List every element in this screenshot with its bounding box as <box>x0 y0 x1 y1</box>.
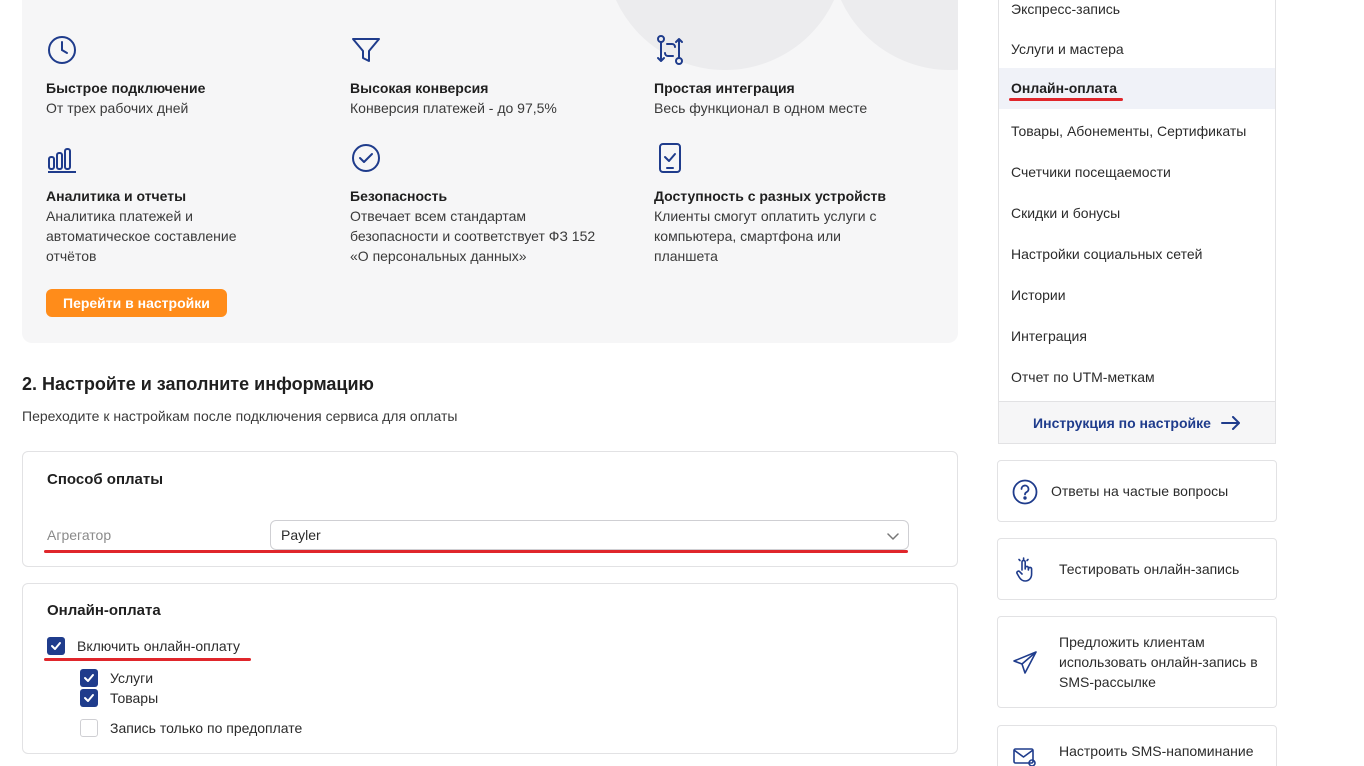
services-label: Услуги <box>110 670 154 686</box>
check-icon <box>84 674 94 682</box>
sms-mailing-card[interactable]: Предложить клиентам использовать онлайн-… <box>997 616 1277 708</box>
payment-method-title: Способ оплаты <box>47 471 164 488</box>
go-to-settings-button[interactable]: Перейти в настройки <box>46 289 227 317</box>
check-circle-icon <box>352 144 380 172</box>
aggregator-value: Payler <box>281 527 321 543</box>
paper-plane-icon <box>1013 651 1037 674</box>
setup-instruction-label: Инструкция по настройке <box>1033 414 1211 431</box>
sidebar-item-utm-report[interactable]: Отчет по UTM-меткам <box>999 357 1275 398</box>
checkbox-unchecked[interactable] <box>80 719 98 737</box>
online-payment-title: Онлайн-оплата <box>47 602 161 619</box>
checkbox-checked[interactable] <box>80 689 98 707</box>
sms-reminder-label: Настроить SMS-напоминание с подтверждени… <box>1059 743 1254 766</box>
feature-title: Доступность с разных устройств <box>654 188 886 204</box>
clock-icon <box>48 36 76 64</box>
feature-title: Простая интеграция <box>654 80 795 96</box>
sidebar-item-goods-subscriptions[interactable]: Товары, Абонементы, Сертификаты <box>999 111 1275 152</box>
section-subtitle: Переходите к настройкам после подключени… <box>22 408 458 424</box>
sidebar-item-social-settings[interactable]: Настройки социальных сетей <box>999 234 1275 275</box>
test-online-booking-label: Тестировать онлайн-запись <box>1059 561 1240 577</box>
setup-instruction-link[interactable]: Инструкция по настройке <box>999 401 1275 443</box>
device-check-icon <box>659 143 681 173</box>
sidebar-item-discounts-bonuses[interactable]: Скидки и бонусы <box>999 193 1275 234</box>
goods-label: Товары <box>110 690 159 706</box>
bar-chart-icon <box>48 148 76 173</box>
section-title: 2. Настройте и заполните информацию <box>22 374 374 394</box>
feature-desc: Весь функционал в одном месте <box>654 100 868 116</box>
feature-title: Аналитика и отчеты <box>46 188 187 204</box>
sms-reminder-card[interactable]: Настроить SMS-напоминание с подтверждени… <box>997 725 1277 766</box>
aggregator-select[interactable]: Payler <box>270 520 909 550</box>
feature-analytics: Аналитика и отчеты Аналитика платежей и … <box>46 142 286 266</box>
feature-desc: Клиенты смогут оплатить услуги с компьют… <box>654 208 877 264</box>
arrow-right-icon <box>1220 415 1240 430</box>
goods-checkbox[interactable]: Товары <box>80 689 158 707</box>
chevron-down-icon <box>887 533 899 540</box>
sidebar-item-online-payment[interactable]: Онлайн-оплата <box>999 68 1275 109</box>
feature-desc: Отвечает всем стандартам безопасности и … <box>350 208 596 264</box>
check-icon <box>51 642 61 650</box>
funnel-icon <box>352 38 380 62</box>
feature-desc: Конверсия платежей - до 97,5% <box>350 100 557 116</box>
check-icon <box>84 694 94 702</box>
feature-title: Безопасность <box>350 188 448 204</box>
checkbox-checked[interactable] <box>80 669 98 687</box>
features-card: Быстрое подключение От трех рабочих дней… <box>22 0 958 343</box>
prepayment-only-checkbox[interactable]: Запись только по предоплате <box>80 719 302 737</box>
services-checkbox[interactable]: Услуги <box>80 669 153 687</box>
sidebar-item-services-masters[interactable]: Услуги и мастера <box>999 29 1275 70</box>
highlight-underline <box>1009 98 1123 101</box>
sidebar-item-visit-counters[interactable]: Счетчики посещаемости <box>999 152 1275 193</box>
faq-label: Ответы на частые вопросы <box>1051 483 1229 499</box>
sidebar-item-stories[interactable]: Истории <box>999 275 1275 316</box>
envelope-gear-icon <box>1013 748 1036 766</box>
tap-hand-icon <box>1016 557 1033 582</box>
highlight-underline <box>44 550 908 553</box>
feature-title: Быстрое подключение <box>46 80 206 96</box>
payment-method-panel: Способ оплаты Агрегатор Payler <box>22 451 958 567</box>
integration-icon <box>657 35 683 65</box>
feature-title: Высокая конверсия <box>350 80 489 96</box>
enable-online-payment-checkbox[interactable]: Включить онлайн-оплату <box>47 637 240 655</box>
sidebar-item-integration[interactable]: Интеграция <box>999 316 1275 357</box>
feature-security: Безопасность Отвечает всем стандартам бе… <box>350 142 600 266</box>
sidebar-item-express-booking[interactable]: Экспресс-запись <box>999 0 1275 31</box>
question-circle-icon <box>1012 479 1038 505</box>
enable-online-payment-label: Включить онлайн-оплату <box>77 638 240 654</box>
sidebar-item-label: Онлайн-оплата <box>1011 80 1118 96</box>
aggregator-label: Агрегатор <box>47 527 112 543</box>
highlight-underline <box>44 658 251 661</box>
feature-fast-connect: Быстрое подключение От трех рабочих дней <box>46 34 326 118</box>
feature-desc: От трех рабочих дней <box>46 100 189 116</box>
faq-card[interactable]: Ответы на частые вопросы <box>997 460 1277 522</box>
prepayment-only-label: Запись только по предоплате <box>110 720 303 736</box>
feature-conversion: Высокая конверсия Конверсия платежей - д… <box>350 34 630 118</box>
feature-desc: Аналитика платежей и автоматическое сост… <box>46 208 237 264</box>
online-payment-panel: Онлайн-оплата Включить онлайн-оплату Усл… <box>22 583 958 754</box>
checkbox-checked[interactable] <box>47 637 65 655</box>
test-online-booking-card[interactable]: Тестировать онлайн-запись <box>997 538 1277 600</box>
sms-mailing-label: Предложить клиентам использовать онлайн-… <box>1059 634 1258 690</box>
feature-devices: Доступность с разных устройств Клиенты с… <box>654 142 899 266</box>
settings-side-menu: Экспресс-запись Услуги и мастера Онлайн-… <box>998 0 1276 444</box>
feature-integration: Простая интеграция Весь функционал в одн… <box>654 34 934 118</box>
